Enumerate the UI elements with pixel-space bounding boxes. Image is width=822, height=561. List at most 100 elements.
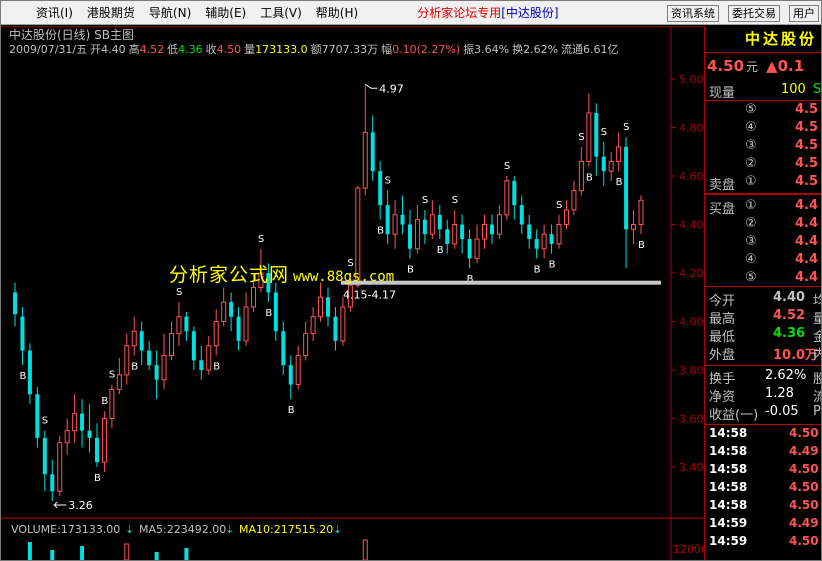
menu-assist[interactable]: 辅助(E): [198, 4, 253, 21]
watermark: 分析家公式网 www.88gs.com: [169, 260, 394, 287]
info-system-button[interactable]: 资讯系统: [667, 5, 719, 22]
kline-chart[interactable]: 5.00 4.80 4.60 4.40 4.20 4.00 3.80 3.60 3.40 1200…: [1, 26, 703, 560]
bid-level-row: ④ 4.4: [705, 252, 821, 270]
buy-signal: B: [549, 260, 556, 271]
candle-up: [169, 333, 174, 356]
buy-signal: B: [377, 226, 384, 237]
candle-down: [80, 413, 85, 431]
price-tick-label: 3.40: [679, 461, 703, 474]
buy-signal: B: [638, 240, 645, 251]
candle-down: [460, 224, 465, 240]
fundamental-label: 净资: [709, 390, 736, 405]
high-label: 高: [128, 43, 140, 56]
low-pointer: [53, 501, 67, 509]
ma5-arrow-icon: ⇣: [225, 523, 235, 536]
buy-signal: B: [534, 264, 541, 275]
stat-row: 今开 4.40 均: [705, 290, 821, 309]
divider: [705, 52, 821, 53]
candle-up: [295, 354, 301, 386]
candle-down: [519, 205, 524, 225]
now-volume-value: 100: [781, 82, 806, 97]
stat-label: 最低: [709, 330, 736, 345]
fundamental-row: 净资 1.28 流: [705, 386, 821, 405]
high-value: 4.52: [139, 43, 165, 56]
ma10-indicator: MA10:217515.20: [239, 523, 334, 536]
stat-label: 最高: [709, 312, 736, 327]
float-value: 6.61亿: [583, 43, 619, 56]
candle-down: [199, 360, 204, 370]
trade-button[interactable]: 委托交易: [728, 5, 780, 22]
quote-panel: 中达股份 4.50 元 ▲0.1 现量 100 S ⑤ 4.5 ④ 4.5 ③ 4.5 ② 4.5…: [704, 26, 821, 560]
sell-signal: S: [504, 161, 510, 172]
candle-down: [370, 132, 375, 172]
turnover-label: 换: [512, 43, 524, 56]
candle-down: [281, 331, 286, 366]
tick-price: 4.49: [789, 444, 819, 458]
tick-row[interactable]: 14:58 4.50: [705, 462, 821, 480]
candle-up: [310, 316, 316, 335]
sell-signal: S: [452, 195, 458, 206]
candle-down: [407, 224, 412, 249]
buy-signal: B: [213, 361, 220, 372]
menu-hk-futures[interactable]: 港股期货: [80, 4, 142, 21]
tick-row[interactable]: 14:58 4.50: [705, 498, 821, 516]
candle-down: [594, 112, 599, 157]
candle-down: [35, 394, 40, 438]
now-volume-label: 现量: [709, 86, 736, 101]
stat-label: 今开: [709, 294, 736, 309]
divider: [705, 100, 821, 101]
ask-level-number: ③: [745, 138, 757, 153]
open-label: 开: [90, 43, 102, 56]
volume-bar: [362, 539, 368, 560]
price-change: 0.1: [777, 57, 805, 75]
candle-up: [392, 214, 398, 235]
bid-level-number: ②: [745, 216, 757, 231]
turnover-value: 2.62%: [523, 43, 559, 56]
fundamental-tail: 流: [813, 386, 821, 405]
candle-up: [496, 214, 502, 235]
tick-row[interactable]: 14:58 4.49: [705, 444, 821, 462]
buy-signal: B: [101, 396, 108, 407]
candle-up: [504, 180, 510, 216]
kline-chart-area[interactable]: 5.00 4.80 4.60 4.40 4.20 4.00 3.80 3.60 3.40 1200…: [1, 26, 703, 560]
stat-value: 10.0万: [773, 348, 819, 363]
price-tick-label: 4.60: [679, 170, 703, 183]
bid-price: 4.4: [795, 198, 819, 213]
fundamental-value: 1.28: [765, 386, 794, 401]
bid-price: 4.4: [795, 216, 819, 231]
menu-info[interactable]: 资讯(I): [29, 4, 80, 21]
divider: [705, 424, 821, 425]
ask-price: 4.5: [795, 156, 819, 171]
candle-down: [87, 430, 92, 438]
price-tick-label: 4.40: [679, 219, 703, 232]
tick-row[interactable]: 14:59 4.49: [705, 516, 821, 534]
quote-info-line: 2009/07/31/五 开4.40 高4.52 低4.36 收4.50 量173133.…: [9, 41, 622, 57]
sell-signal: S: [258, 234, 264, 245]
candle-up: [429, 214, 435, 235]
candle-up: [101, 418, 107, 463]
bid-level-number: ④: [745, 252, 757, 267]
price-tick-label: 4.20: [679, 267, 703, 280]
menu-navigate[interactable]: 导航(N): [142, 4, 198, 21]
candle-down: [527, 224, 532, 240]
tick-row[interactable]: 14:58 4.50: [705, 480, 821, 498]
menu-tools[interactable]: 工具(V): [253, 4, 309, 21]
tick-row[interactable]: 14:58 4.50: [705, 426, 821, 444]
candle-down: [191, 331, 196, 361]
candle-down: [288, 365, 293, 385]
volume-bar: [80, 546, 85, 560]
tick-time: 14:58: [709, 462, 748, 476]
swing-value: 3.64%: [474, 43, 510, 56]
ask-level-number: ④: [745, 120, 757, 135]
tick-row[interactable]: 14:59 4.50: [705, 534, 821, 552]
bid-level-row: ③ 4.4: [705, 234, 821, 252]
buy-signal: B: [616, 177, 623, 188]
tick-time: 14:59: [709, 534, 748, 548]
now-volume-row: 现量 100 S: [705, 82, 821, 101]
up-arrow-icon: ▲: [766, 57, 778, 75]
menu-help[interactable]: 帮助(H): [309, 4, 365, 21]
window-title: 分析家论坛专用[中达股份]: [417, 4, 558, 21]
candle-up: [318, 296, 324, 318]
user-button[interactable]: 用户: [789, 5, 819, 22]
candle-up: [414, 219, 420, 250]
